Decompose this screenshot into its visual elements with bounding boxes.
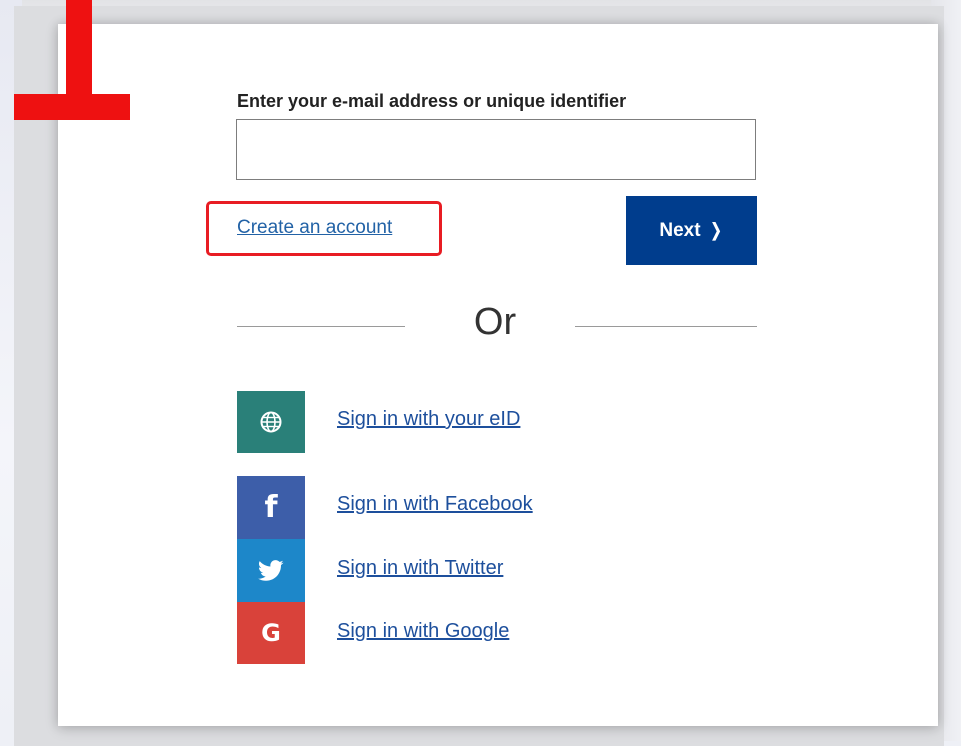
or-divider-right: [575, 326, 757, 327]
create-account-link[interactable]: Create an account: [237, 217, 392, 239]
twitter-icon[interactable]: [237, 539, 305, 602]
or-divider-left: [237, 326, 405, 327]
email-field-label: Enter your e-mail address or unique iden…: [237, 91, 627, 111]
facebook-icon[interactable]: f: [237, 476, 305, 539]
chevron-right-icon: ❭: [708, 220, 724, 240]
sign-in-facebook-link[interactable]: Sign in with Facebook: [337, 493, 533, 516]
facebook-glyph: f: [264, 490, 278, 525]
next-button-label: Next: [659, 219, 701, 241]
google-glyph: G: [261, 619, 281, 647]
annotation-step-mark-horizontal: [14, 94, 130, 120]
globe-icon[interactable]: [237, 391, 305, 453]
or-label: Or: [473, 301, 517, 343]
next-button[interactable]: Next ❭: [626, 196, 757, 265]
sign-in-google-link[interactable]: Sign in with Google: [337, 620, 509, 643]
sign-in-twitter-link[interactable]: Sign in with Twitter: [337, 557, 503, 580]
email-input[interactable]: [236, 119, 756, 180]
sign-in-eid-link[interactable]: Sign in with your eID: [337, 408, 520, 431]
google-icon[interactable]: G: [237, 602, 305, 664]
